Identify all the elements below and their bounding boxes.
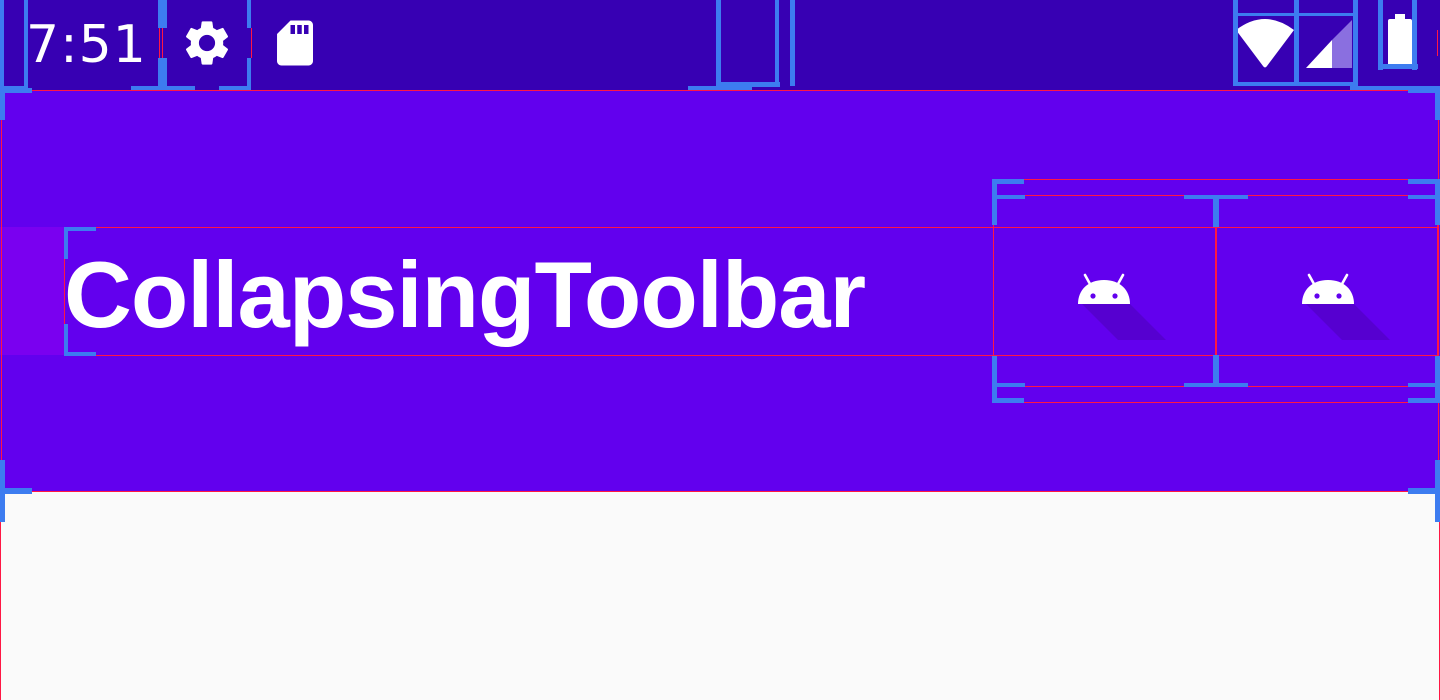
wifi-icon <box>1234 16 1296 70</box>
collapsing-toolbar: CollapsingToolbar <box>0 90 1440 492</box>
content-area <box>0 492 1440 700</box>
android-icon <box>1302 273 1390 340</box>
sd-card-icon <box>268 14 322 72</box>
settings-icon <box>180 16 234 70</box>
navigation-strip <box>0 227 64 355</box>
toolbar-title: CollapsingToolbar <box>64 242 866 347</box>
status-time: 7:51 <box>26 15 147 75</box>
cell-signal-icon <box>1306 20 1354 68</box>
action-button-2[interactable] <box>1217 227 1439 355</box>
battery-icon <box>1386 14 1414 68</box>
action-button-1[interactable] <box>993 227 1215 355</box>
status-bar: 7:51 <box>0 0 1440 90</box>
android-icon <box>1078 273 1166 340</box>
